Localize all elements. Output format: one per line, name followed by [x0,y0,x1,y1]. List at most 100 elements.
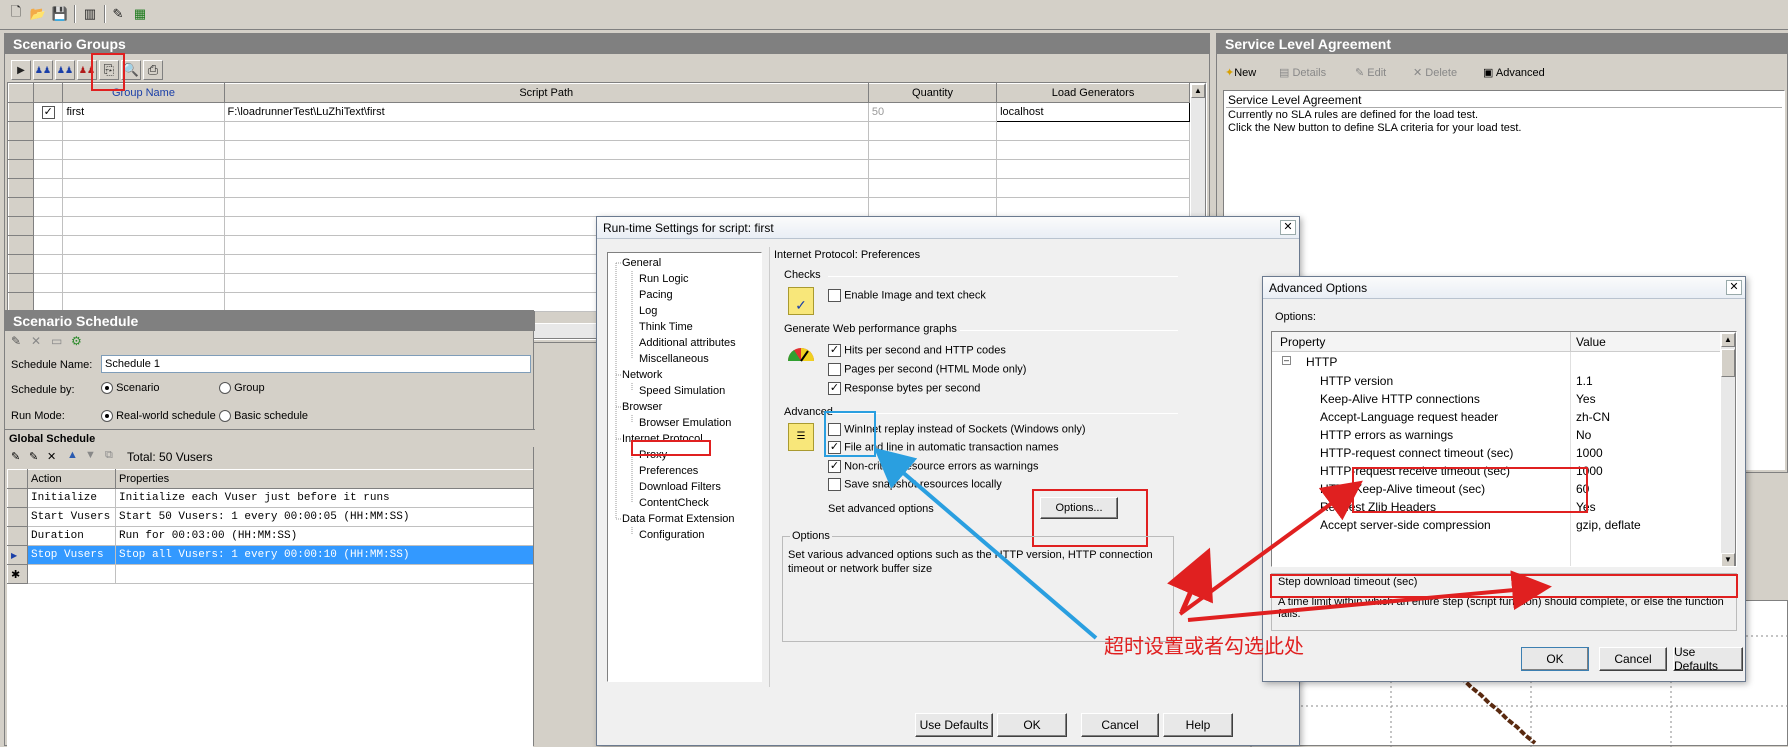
non-critical-checkbox[interactable]: ✓ Non-critical resource errors as warnin… [828,460,1038,473]
remove-vusers-icon[interactable]: ♟♟ [77,60,97,80]
response-bytes-checkbox[interactable]: ✓ Response bytes per second [828,382,980,395]
script-edit-icon[interactable]: ✎ [108,4,128,24]
enable-image-checkbox[interactable]: Enable Image and text check [828,289,986,302]
action-cell[interactable]: Initialize [27,488,116,508]
save-snapshot-checkbox[interactable]: Save snapshot resources locally [828,478,1002,491]
tree-speed[interactable]: Speed Simulation [639,385,725,397]
sla-advanced-button[interactable]: ▣ Advanced [1483,66,1545,79]
group-enabled-checkbox[interactable]: ✓ [32,102,64,122]
action-cell[interactable]: Duration [27,526,116,546]
property-row[interactable]: Keep-Alive HTTP connections Yes [1272,390,1736,408]
close-icon[interactable]: ✕ [1726,280,1742,295]
close-icon[interactable]: ✕ [1280,220,1296,235]
group-name-cell[interactable]: first [62,102,225,122]
table-row[interactable] [8,140,1190,160]
table-row-selected[interactable]: ▶ Stop Vusers Stop all Vusers: 1 every 0… [7,545,533,565]
cancel-button[interactable]: Cancel [1081,713,1159,737]
action-cell[interactable]: Start Vusers [27,507,116,527]
edit-action-icon[interactable]: ✎ [11,450,20,463]
row-header[interactable] [7,507,28,527]
advanced-cancel-button[interactable]: Cancel [1599,647,1667,671]
file-line-checkbox[interactable]: ✓ File and line in automatic transaction… [828,441,1059,454]
new-schedule-icon[interactable]: ✎ [11,334,21,348]
row-header[interactable] [8,102,34,122]
tree-download-filters[interactable]: Download Filters [639,481,721,493]
script-path-cell[interactable]: F:\loadrunnerTest\LuZhiText\first [223,102,869,122]
tree-configuration[interactable]: Configuration [639,529,704,541]
details-icon[interactable]: 🔍 [121,60,141,80]
load-generators-cell[interactable]: localhost [996,102,1190,122]
tree-content-check[interactable]: ContentCheck [639,497,709,509]
schedule-name-input[interactable] [101,355,531,373]
schedule-by-scenario-radio[interactable]: Scenario [101,382,159,395]
open-folder-icon[interactable]: 📂 [28,4,48,24]
table-row-new[interactable]: ✱ [7,564,533,584]
property-row[interactable]: HTTP version 1.1 [1272,372,1736,390]
table-row[interactable] [8,159,1190,179]
col-quantity[interactable]: Quantity [867,83,998,103]
table-row[interactable]: ✓ first F:\loadrunnerTest\LuZhiText\firs… [8,102,1190,122]
add-action-icon[interactable]: ✎ [29,450,38,463]
view-script-icon[interactable]: ⎙ [143,60,163,80]
col-properties[interactable]: Properties [115,469,533,489]
table-row[interactable]: Start Vusers Start 50 Vusers: 1 every 00… [7,507,533,527]
tree-browser-emulation[interactable]: Browser Emulation [639,417,731,429]
http-group-row[interactable]: – HTTP [1272,353,1736,371]
table-row[interactable]: Duration Run for 00:03:00 (HH:MM:SS) [7,526,533,546]
property-row[interactable]: HTTP-request receive timeout (sec) 1000 [1272,462,1736,480]
properties-cell[interactable]: Initialize each Vuser just before it run… [115,488,533,508]
advanced-ok-button[interactable]: OK [1521,647,1589,671]
col-script-path[interactable]: Script Path [223,83,869,103]
ok-button[interactable]: OK [997,713,1067,737]
col-group-name[interactable]: Group Name [62,83,225,103]
property-row[interactable]: Request Zlib Headers Yes [1272,498,1736,516]
delete-schedule-icon[interactable]: ✕ [31,334,41,348]
tree-additional[interactable]: Additional attributes [639,337,736,349]
col-action[interactable]: Action [27,469,116,489]
vusers-icon[interactable]: ♟♟ [55,60,75,80]
properties-cell[interactable]: Stop all Vusers: 1 every 00:00:10 (HH:MM… [115,545,533,565]
run-icon[interactable]: ▶ [11,60,31,80]
col-load-generators[interactable]: Load Generators [996,83,1190,103]
property-row[interactable]: HTTP Keep-Alive timeout (sec) 60 [1272,480,1736,498]
advanced-use-defaults-button[interactable]: Use Defaults [1673,645,1743,673]
table-row[interactable] [8,121,1190,141]
collapse-icon[interactable]: – [1282,356,1291,365]
sla-details-button[interactable]: ▤ Details [1279,66,1326,79]
scroll-down-arrow[interactable]: ▼ [1721,553,1735,566]
delete-action-icon[interactable]: ✕ [47,450,56,463]
save-disk-icon[interactable]: 💾 [50,4,70,24]
table-row[interactable]: Initialize Initialize each Vuser just be… [7,488,533,508]
tree-misc[interactable]: Miscellaneous [639,353,709,365]
table-row[interactable] [8,178,1190,198]
col-value[interactable]: Value [1576,335,1606,349]
scroll-thumb[interactable] [1721,349,1735,377]
table-row[interactable] [8,197,1190,217]
properties-cell[interactable]: Run for 00:03:00 (HH:MM:SS) [115,526,533,546]
row-header-selected[interactable]: ▶ [7,545,28,565]
property-row-partial[interactable] [1272,534,1736,552]
schedule-options-icon[interactable]: ⚙ [71,334,82,348]
action-cell[interactable]: Stop Vusers [27,545,116,565]
rename-schedule-icon[interactable]: ▭ [51,334,62,348]
grid-icon[interactable]: ▦ [130,4,150,24]
pages-checkbox[interactable]: Pages per second (HTML Mode only) [828,363,1026,376]
sla-new-button[interactable]: ✦New [1225,66,1256,79]
property-row[interactable]: HTTP-request connect timeout (sec) 1000 [1272,444,1736,462]
wininet-checkbox[interactable]: WinInet replay instead of Sockets (Windo… [828,423,1086,436]
property-row[interactable]: HTTP errors as warnings No [1272,426,1736,444]
run-mode-basic-radio[interactable]: Basic schedule [219,410,308,423]
runtime-settings-icon[interactable]: ⎘ [99,60,119,80]
sla-edit-button[interactable]: ✎ Edit [1355,66,1386,79]
load-generator-icon[interactable]: ▥ [80,4,100,24]
add-vusers-icon[interactable]: ♟♟ [33,60,53,80]
new-doc-icon[interactable]: 🗋 [6,4,26,24]
help-button[interactable]: Help [1163,713,1233,737]
quantity-cell[interactable]: 50 [867,102,998,122]
use-defaults-button[interactable]: Use Defaults [915,713,993,737]
properties-scrollbar[interactable]: ▲ ▼ [1720,332,1736,566]
move-down-icon[interactable]: ▼ [85,449,96,461]
run-mode-real-radio[interactable]: Real-world schedule [101,410,216,423]
options-button[interactable]: Options... [1040,497,1118,519]
row-header[interactable] [7,488,28,508]
